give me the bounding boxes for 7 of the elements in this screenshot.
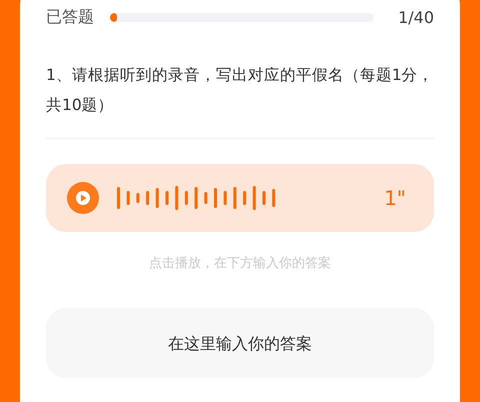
question-text: 1、请根据听到的录音，写出对应的平假名（每题1分，共10题）	[46, 60, 434, 139]
progress-count: 1/40	[397, 8, 434, 26]
play-icon[interactable]	[67, 182, 99, 214]
progress-label: 已答题	[46, 6, 95, 28]
answer-field[interactable]: 在这里输入你的答案	[46, 308, 434, 378]
audio-player[interactable]: 1"	[46, 164, 434, 232]
audio-duration: 1"	[384, 186, 406, 210]
